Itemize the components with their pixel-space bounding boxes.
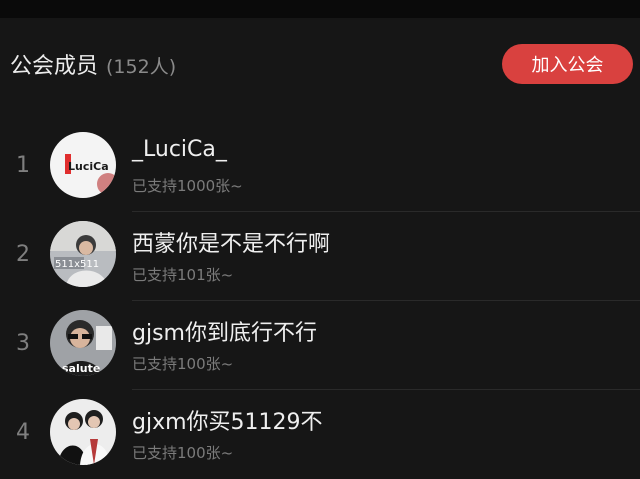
avatar[interactable]: LuciCa bbox=[50, 132, 116, 198]
support-count: 已支持101张~ bbox=[132, 266, 234, 284]
page-title: 公会成员 (152人) bbox=[10, 48, 176, 80]
rank-number: 2 bbox=[16, 242, 30, 267]
list-item[interactable]: 4 gjxm你买51129不 已支持100张~ bbox=[0, 390, 640, 479]
member-name: 西蒙你是不是不行啊 bbox=[132, 232, 331, 257]
page-title-text: 公会成员 bbox=[10, 54, 99, 79]
support-count: 已支持1000张~ bbox=[132, 177, 243, 195]
list-item[interactable]: 2 511x511 西蒙你是不是不行啊 已支持101张~ bbox=[0, 212, 640, 301]
avatar-caption-text: 511x511 bbox=[55, 259, 99, 270]
member-list: 1 LuciCa _LuciCa_ 已支持1000张~ 2 511x511 西蒙… bbox=[0, 123, 640, 479]
avatar[interactable] bbox=[50, 399, 116, 465]
member-name: gjsm你到底行不行 bbox=[132, 321, 317, 346]
rank-number: 1 bbox=[16, 153, 30, 178]
person-photo-icon: 511x511 bbox=[50, 221, 116, 287]
list-item[interactable]: 3 salute gjsm你到底行不行 已支持100张~ bbox=[0, 301, 640, 390]
support-count: 已支持100张~ bbox=[132, 444, 234, 462]
member-name: gjxm你买51129不 bbox=[132, 410, 323, 435]
support-count: 已支持100张~ bbox=[132, 355, 234, 373]
join-guild-button[interactable]: 加入公会 bbox=[502, 44, 633, 84]
member-count: (152人) bbox=[106, 56, 177, 78]
avatar[interactable]: salute bbox=[50, 310, 116, 376]
list-item[interactable]: 1 LuciCa _LuciCa_ 已支持1000张~ bbox=[0, 123, 640, 212]
rank-number: 3 bbox=[16, 331, 30, 356]
person-sunglasses-photo-icon: salute bbox=[50, 310, 116, 376]
couple-photo-icon bbox=[50, 399, 116, 465]
avatar[interactable]: 511x511 bbox=[50, 221, 116, 287]
guild-members-header: 公会成员 (152人) 加入公会 bbox=[0, 18, 640, 110]
member-name: _LuciCa_ bbox=[132, 137, 227, 162]
status-bar bbox=[0, 0, 640, 18]
avatar-logo-text: LuciCa bbox=[68, 160, 109, 173]
rank-number: 4 bbox=[16, 420, 30, 445]
luci-ca-logo-icon: LuciCa bbox=[50, 132, 116, 198]
avatar-caption-text: salute bbox=[62, 362, 100, 375]
